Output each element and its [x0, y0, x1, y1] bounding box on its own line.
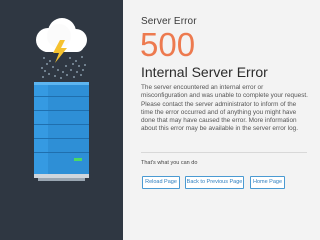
page-title: Internal Server Error	[141, 64, 268, 80]
error-code: 500	[140, 26, 196, 63]
rain-icon	[41, 56, 86, 79]
reload-page-button[interactable]: Reload Page	[142, 176, 180, 189]
home-page-button[interactable]: Home Page	[250, 176, 285, 189]
server-icon	[34, 82, 89, 181]
error-content: Server Error 500 Internal Server Error T…	[123, 0, 320, 240]
server-error-illustration	[34, 18, 89, 181]
error-description: The server encountered an internal error…	[141, 84, 308, 133]
divider	[141, 152, 307, 153]
actions-label: That's what you can do	[141, 160, 198, 166]
illustration-panel	[0, 0, 123, 240]
back-to-previous-page-button[interactable]: Back to Previous Page	[185, 176, 244, 189]
